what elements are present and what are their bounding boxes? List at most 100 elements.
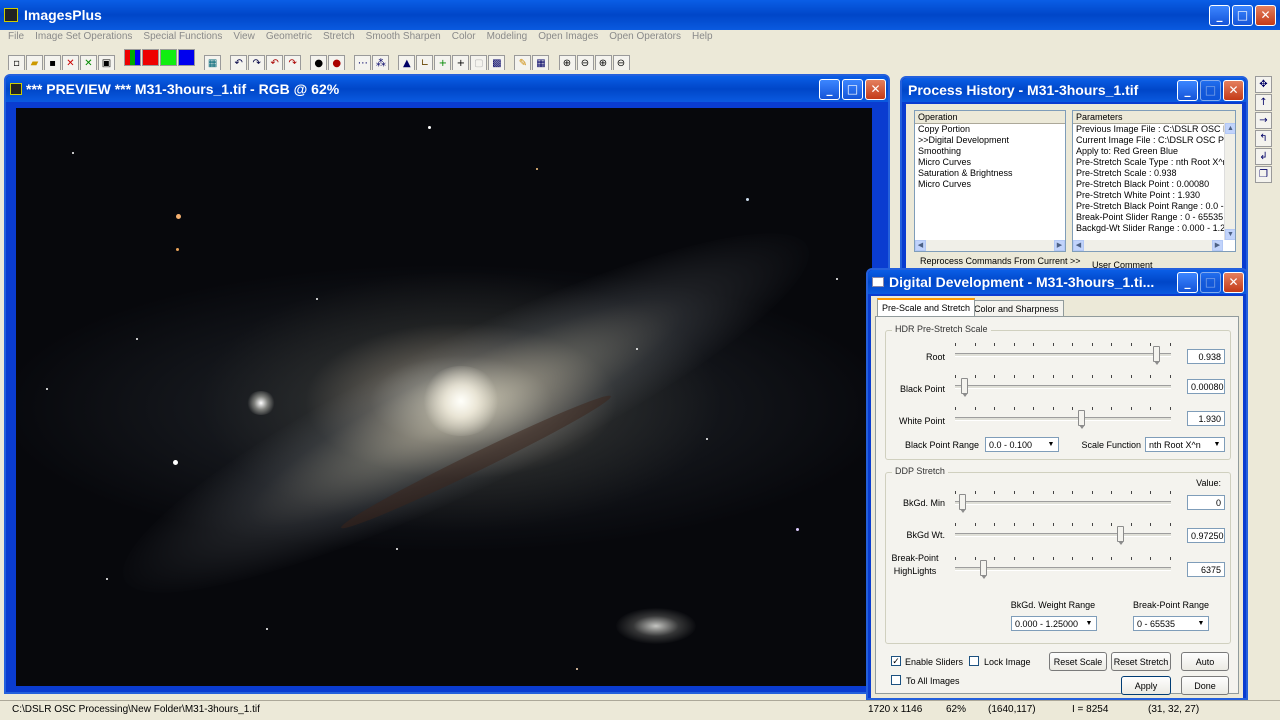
list-item[interactable]: Pre-Stretch White Point : 1.930 [1073,190,1235,201]
list-item[interactable]: Backgd-Wt Slider Range : 0.000 - 1.2 [1073,223,1235,234]
preview-maximize-button[interactable]: □ [842,78,863,100]
root-value-field[interactable]: 0.938 [1187,349,1225,364]
history-maximize-button[interactable]: □ [1200,79,1221,101]
green-channel-icon[interactable] [160,49,178,66]
menu-view[interactable]: View [233,31,255,42]
white-point-slider[interactable] [955,406,1171,429]
black-point-range-select[interactable]: 0.0 - 0.100 ▼ [985,437,1059,452]
menu-smooth-sharpen[interactable]: Smooth Sharpen [366,31,441,42]
arrow-right-icon[interactable]: → [1255,112,1272,129]
bkgd-wt-slider[interactable] [955,522,1171,545]
scroll-right-icon[interactable]: ▶ [1054,240,1065,251]
root-slider[interactable] [955,342,1171,365]
reset-scale-button[interactable]: Reset Scale [1049,652,1107,671]
list-item[interactable]: Copy Portion [915,124,1065,135]
scroll-up-icon[interactable]: ▲ [1225,123,1235,134]
maximize-button[interactable]: □ [1232,4,1253,26]
scroll-down-icon[interactable]: ▼ [1225,229,1235,240]
scroll-left-icon[interactable]: ◀ [915,240,926,251]
slider-track[interactable] [955,567,1171,571]
menu-color[interactable]: Color [452,31,476,42]
history-minimize-button[interactable]: _ [1177,79,1198,101]
menu-stretch[interactable]: Stretch [323,31,355,42]
parameter-vscroll[interactable]: ▲ ▼ [1224,123,1235,240]
black-point-slider[interactable] [955,374,1171,397]
bkgd-wt-value-field[interactable]: 0.97250 [1187,528,1225,543]
list-item[interactable]: Pre-Stretch Scale : 0.938 [1073,168,1235,179]
enable-sliders-checkbox[interactable]: ✓ [891,656,901,666]
reprocess-button[interactable]: Reprocess Commands From Current >> [920,256,1081,266]
tab-color-and-sharpness[interactable]: Color and Sharpness [969,300,1064,317]
list-item[interactable]: Current Image File : C:\DSLR OSC Pro [1073,135,1235,146]
close-button[interactable]: ✕ [1255,4,1276,26]
break-point-slider[interactable] [955,556,1171,579]
list-item[interactable]: Micro Curves [915,157,1065,168]
slider-thumb[interactable] [961,378,968,397]
reset-stretch-button[interactable]: Reset Stretch [1111,652,1171,671]
slider-thumb[interactable] [1117,526,1124,545]
menu-open-operators[interactable]: Open Operators [609,31,681,42]
chevron-down-icon[interactable]: ▼ [1045,439,1057,450]
blue-channel-icon[interactable] [178,49,196,66]
menu-file[interactable]: File [8,31,24,42]
menu-special-functions[interactable]: Special Functions [143,31,222,42]
slider-thumb[interactable] [1078,410,1085,429]
menu-open-images[interactable]: Open Images [538,31,598,42]
done-button[interactable]: Done [1181,676,1229,695]
list-item[interactable]: Pre-Stretch Black Point : 0.00080 [1073,179,1235,190]
operation-hscroll[interactable]: ◀ ▶ [915,240,1065,251]
slider-track[interactable] [955,533,1171,537]
black-point-value-field[interactable]: 0.00080 [1187,379,1225,394]
menu-image-set-operations[interactable]: Image Set Operations [35,31,132,42]
slider-track[interactable] [955,501,1171,505]
bkgd-min-value-field[interactable]: 0 [1187,495,1225,510]
auto-button[interactable]: Auto [1181,652,1229,671]
list-item[interactable]: Micro Curves [915,179,1065,190]
minimize-button[interactable]: _ [1209,4,1230,26]
list-item[interactable]: >>Digital Development [915,135,1065,146]
slider-track[interactable] [955,385,1171,389]
slider-thumb[interactable] [959,494,966,513]
galaxy-image[interactable] [16,108,872,686]
menu-modeling[interactable]: Modeling [487,31,528,42]
list-item[interactable]: Smoothing [915,146,1065,157]
move-all-icon[interactable]: ✥ [1255,76,1272,93]
slider-track[interactable] [955,353,1171,357]
rgb-channels-icon[interactable] [124,49,142,66]
parameter-hscroll[interactable]: ◀ ▶ [1073,240,1223,251]
bkgd-min-slider[interactable] [955,490,1171,513]
scroll-right-icon[interactable]: ▶ [1212,240,1223,251]
lock-image-checkbox[interactable] [969,656,979,666]
menu-help[interactable]: Help [692,31,713,42]
chevron-down-icon[interactable]: ▼ [1211,439,1223,450]
list-item[interactable]: Apply to: Red Green Blue [1073,146,1235,157]
arrow-up-icon[interactable]: ↑ [1255,94,1272,111]
preview-minimize-button[interactable]: _ [819,78,840,100]
menu-geometric[interactable]: Geometric [266,31,312,42]
break-point-value-field[interactable]: 6375 [1187,562,1225,577]
slider-thumb[interactable] [980,560,987,579]
red-channel-icon[interactable] [142,49,160,66]
list-item[interactable]: Saturation & Brightness [915,168,1065,179]
list-item[interactable]: Pre-Stretch Scale Type : nth Root X^n [1073,157,1235,168]
scale-function-select[interactable]: nth Root X^n ▼ [1145,437,1225,452]
tab-pre-scale-and-stretch[interactable]: Pre-Scale and Stretch [877,298,976,316]
scroll-left-icon[interactable]: ◀ [1073,240,1084,251]
history-close-button[interactable]: ✕ [1223,79,1244,101]
rotate-left-icon[interactable]: ↰ [1255,130,1272,147]
copy-icon[interactable]: ❐ [1255,166,1272,183]
operation-list[interactable]: Operation Copy Portion >>Digital Develop… [914,110,1066,252]
dd-minimize-button[interactable]: _ [1177,271,1198,293]
break-point-range-select[interactable]: 0 - 65535 ▼ [1133,616,1209,631]
preview-close-button[interactable]: ✕ [865,78,886,100]
chevron-down-icon[interactable]: ▼ [1195,618,1207,629]
apply-button[interactable]: Apply [1121,676,1171,695]
slider-track[interactable] [955,417,1171,421]
dd-maximize-button[interactable]: □ [1200,271,1221,293]
dd-close-button[interactable]: ✕ [1223,271,1244,293]
slider-thumb[interactable] [1153,346,1160,365]
bkgd-weight-range-select[interactable]: 0.000 - 1.25000 ▼ [1011,616,1097,631]
parameter-list[interactable]: Parameters Previous Image File : C:\DSLR… [1072,110,1236,252]
white-point-value-field[interactable]: 1.930 [1187,411,1225,426]
chevron-down-icon[interactable]: ▼ [1083,618,1095,629]
